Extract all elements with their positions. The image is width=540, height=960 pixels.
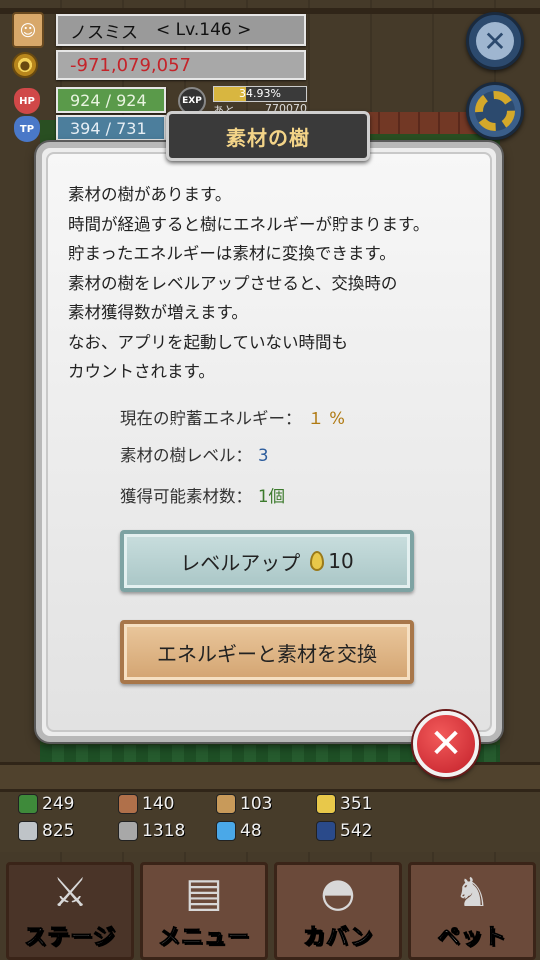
resource-item: 140 — [118, 794, 174, 814]
settings-button[interactable] — [466, 82, 524, 140]
description-line: 時間が経過すると樹にエネルギーが貯まります。 — [68, 214, 430, 234]
resource-count: 825 — [42, 821, 75, 841]
close-icon: ✕ — [476, 22, 514, 60]
resource-count: 542 — [340, 821, 373, 841]
player-avatar-icon: ☺ — [12, 12, 44, 48]
resource-item: 351 — [316, 794, 372, 814]
resource-count: 140 — [142, 794, 175, 814]
drop-icon — [316, 794, 336, 814]
player-name-box: ノスミス < Lv.146 > — [56, 14, 306, 46]
resource-count: 351 — [340, 794, 373, 814]
tree-level-label: 素材の樹レベル： — [120, 446, 252, 465]
nav-menu-label: メニュー — [157, 925, 250, 951]
description-line: 貯まったエネルギーは素材に変換できます。 — [68, 244, 396, 263]
orb-icon — [316, 821, 336, 841]
resource-item: 249 — [18, 794, 74, 814]
drop-icon — [310, 551, 325, 571]
obtainable-materials-value: 1個 — [258, 487, 285, 506]
resource-count: 1318 — [142, 821, 186, 841]
exp-percent: 34.93% — [239, 87, 281, 100]
tree-level-stat: 素材の樹レベル： 3 — [120, 442, 269, 466]
dialog-close-button[interactable]: ✕ — [413, 711, 479, 777]
tp-value: 394 / 731 — [70, 118, 147, 138]
nav-bag[interactable]: ◓ カバン — [274, 862, 402, 960]
tp-icon: TP — [14, 116, 40, 142]
resource-count: 48 — [240, 821, 262, 841]
resource-item: 825 — [18, 821, 74, 841]
description-line: 素材獲得数が増えます。 — [68, 303, 248, 322]
gold-amount: -971,079,057 — [70, 54, 192, 76]
resource-count: 103 — [240, 794, 273, 814]
nav-pet[interactable]: ♞ ペット — [408, 862, 536, 960]
ingot-icon — [18, 821, 38, 841]
close-top-button[interactable]: ✕ — [466, 12, 524, 70]
resource-item: 1318 — [118, 821, 185, 841]
level-up-cost: 10 — [328, 549, 354, 573]
tree-level-value: 3 — [258, 446, 269, 465]
description-line: 素材の樹があります。 — [68, 185, 232, 204]
description-line: 素材の樹をレベルアップさせると、交換時の — [68, 273, 398, 293]
herb-icon — [18, 794, 38, 814]
dialog-title-tab: 素材の樹 — [166, 111, 370, 161]
resource-count: 249 — [42, 794, 75, 814]
dialog-description: 素材の樹があります。 時間が経過すると樹にエネルギーが貯まります。 貯まったエネ… — [68, 180, 488, 387]
plank-icon — [216, 794, 236, 814]
description-line: カウントされます。 — [68, 362, 215, 381]
book-icon: ▤ — [185, 870, 223, 916]
player-level: < Lv.146 > — [156, 20, 252, 40]
nav-menu[interactable]: ▤ メニュー — [140, 862, 268, 960]
resource-item: 542 — [316, 821, 372, 841]
dialog-title: 素材の樹 — [226, 125, 310, 150]
player-name: ノスミス — [70, 22, 138, 43]
resource-item: 48 — [216, 821, 262, 841]
crossed-swords-icon: ⚔ — [52, 870, 88, 916]
nav-bag-label: カバン — [302, 925, 374, 951]
level-up-button[interactable]: レベルアップ 10 — [120, 530, 414, 592]
nav-stage[interactable]: ⚔ ステージ — [6, 862, 134, 960]
backpack-icon: ◓ — [320, 870, 356, 916]
hp-value: 924 / 924 — [70, 90, 147, 110]
resource-item: 103 — [216, 794, 272, 814]
obtainable-materials-label: 獲得可能素材数： — [120, 487, 252, 506]
nav-stage-label: ステージ — [24, 925, 116, 951]
exp-bar: 34.93% — [213, 86, 307, 102]
stored-energy-value: １ % — [307, 409, 345, 428]
stone-icon — [118, 821, 138, 841]
wood-icon — [118, 794, 138, 814]
stored-energy-label: 現在の貯蓄エネルギー： — [120, 409, 302, 428]
hp-icon: HP — [14, 88, 40, 114]
description-line: なお、アプリを起動していない時間も — [68, 332, 349, 352]
hp-box: 924 / 924 — [56, 87, 166, 113]
exchange-button-label: エネルギーと素材を交換 — [157, 641, 377, 666]
flame-icon — [216, 821, 236, 841]
exchange-button[interactable]: エネルギーと素材を交換 — [120, 620, 414, 684]
gear-icon — [475, 91, 515, 131]
nav-pet-label: ペット — [437, 925, 507, 951]
obtainable-materials-stat: 獲得可能素材数： 1個 — [120, 483, 285, 507]
dragon-icon: ♞ — [454, 870, 490, 916]
gold-box: -971,079,057 — [56, 50, 306, 80]
level-up-label: レベルアップ — [180, 550, 301, 575]
close-icon: ✕ — [429, 721, 463, 767]
stored-energy-stat: 現在の貯蓄エネルギー： １ % — [120, 405, 345, 429]
tp-box: 394 / 731 — [56, 115, 166, 141]
coin-icon: ● — [12, 52, 38, 78]
